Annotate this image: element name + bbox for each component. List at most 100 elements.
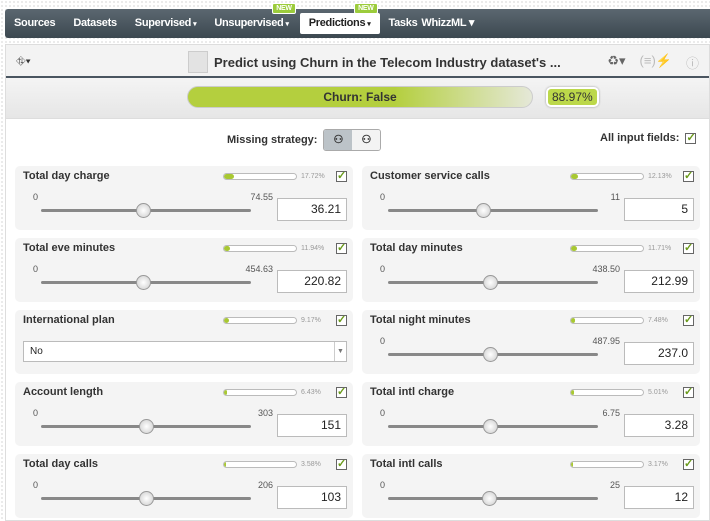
- slider-handle[interactable]: [139, 491, 154, 506]
- field-name: Account length: [23, 386, 104, 398]
- field-checkbox[interactable]: ✓: [336, 459, 347, 470]
- field-value-input[interactable]: 103: [277, 486, 347, 509]
- field-name: Total day charge: [23, 170, 110, 182]
- nav-whizzml[interactable]: WhizzML ▾: [412, 13, 483, 34]
- form-icon: [188, 51, 208, 73]
- field-value-input[interactable]: 237.0: [624, 342, 694, 365]
- importance-bar: [570, 461, 644, 468]
- slider-min: 0: [380, 480, 386, 490]
- importance-pct: 11.94%: [301, 245, 325, 252]
- field-name: Total intl calls: [370, 458, 443, 470]
- title-text: Predict using Churn in the Telecom Indus…: [214, 54, 561, 70]
- slider-max: 487.95: [592, 336, 620, 346]
- nav-sources[interactable]: Sources: [5, 13, 64, 34]
- all-input-fields: All input fields: ✓: [600, 132, 697, 144]
- slider-track[interactable]: [41, 491, 251, 506]
- field-checkbox[interactable]: ✓: [336, 243, 347, 254]
- field-checkbox[interactable]: ✓: [336, 387, 347, 398]
- slider-track[interactable]: [388, 491, 598, 506]
- field-value-input[interactable]: 3.28: [624, 414, 694, 437]
- slider-min: 0: [380, 192, 386, 202]
- field-name: Total eve minutes: [23, 242, 116, 254]
- all-fields-checkbox[interactable]: ✓: [685, 132, 697, 144]
- field-card: Total day charge 17.72% ✓ 0 74.55 36.21: [15, 166, 353, 230]
- importance-bar: [570, 173, 644, 180]
- nav-label: Predictions: [308, 17, 366, 29]
- slider-handle[interactable]: [136, 203, 151, 218]
- importance-bar: [570, 389, 644, 396]
- field-value-input[interactable]: 5: [624, 198, 694, 221]
- importance-bar: [570, 317, 644, 324]
- slider-track[interactable]: [41, 203, 251, 218]
- slider-handle[interactable]: [483, 275, 498, 290]
- field-card: Total day calls 3.58% ✓ 0 206 103: [15, 454, 353, 518]
- slider-min: 0: [33, 408, 39, 418]
- info-icon[interactable]: ⓘ: [686, 53, 699, 72]
- nav-supervised[interactable]: Supervised ▾: [126, 13, 206, 34]
- slider-track[interactable]: [388, 275, 598, 290]
- slider-handle[interactable]: [481, 491, 497, 506]
- field-value-input[interactable]: 151: [277, 414, 347, 437]
- prediction-result: Churn: False 88.97%: [6, 78, 709, 119]
- slider-track[interactable]: [388, 203, 598, 218]
- nav-unsupervised[interactable]: Unsupervised ▾ NEW: [205, 3, 297, 34]
- slider-handle[interactable]: [476, 203, 492, 218]
- field-checkbox[interactable]: ✓: [683, 387, 694, 398]
- slider-handle[interactable]: [138, 419, 154, 434]
- field-checkbox[interactable]: ✓: [683, 243, 694, 254]
- slider-track[interactable]: [388, 347, 598, 362]
- importance-pct: 3.17%: [648, 461, 668, 468]
- field-checkbox[interactable]: ✓: [683, 315, 694, 326]
- new-badge: NEW: [354, 3, 378, 14]
- field-value-input[interactable]: 220.82: [277, 270, 347, 293]
- confidence-badge: 88.97%: [546, 87, 599, 107]
- slider-min: 0: [380, 408, 386, 418]
- field-value-input[interactable]: 212.99: [624, 270, 694, 293]
- slider-min: 0: [33, 192, 39, 202]
- field-select[interactable]: No ▼: [23, 341, 347, 362]
- importance-pct: 7.48%: [648, 317, 668, 324]
- field-checkbox[interactable]: ✓: [683, 459, 694, 470]
- proportional-strategy-button[interactable]: ⚇: [352, 130, 381, 150]
- importance-bar: [223, 317, 297, 324]
- slider-max: 438.50: [592, 264, 620, 274]
- dropdown-arrow-icon: ▼: [334, 342, 346, 361]
- nav-label: Sources: [14, 17, 56, 29]
- field-card: Account length 6.43% ✓ 0 303 151: [15, 382, 353, 446]
- top-nav: Sources Datasets Supervised ▾ Unsupervised ▾ N…: [5, 3, 710, 38]
- nav-label: Datasets: [73, 17, 117, 29]
- importance-pct: 11.71%: [648, 245, 672, 252]
- importance-bar: [570, 245, 644, 252]
- field-value-input[interactable]: 36.21: [277, 198, 347, 221]
- select-value: No: [30, 346, 43, 357]
- slider-handle[interactable]: [482, 347, 498, 362]
- field-checkbox[interactable]: ✓: [336, 315, 347, 326]
- slider-min: 0: [33, 480, 39, 490]
- slider-track[interactable]: [388, 419, 598, 434]
- slider-handle[interactable]: [483, 419, 499, 434]
- field-checkbox[interactable]: ✓: [683, 171, 694, 182]
- slider-max: 303: [257, 408, 273, 418]
- page-title: Predict using Churn in the Telecom Indus…: [188, 51, 561, 73]
- caret-icon: ▾: [25, 54, 31, 68]
- slider-track[interactable]: [41, 275, 251, 290]
- new-badge: NEW: [272, 3, 296, 14]
- slider-handle[interactable]: [135, 275, 151, 290]
- formula-icon[interactable]: (≡)⚡: [640, 53, 672, 72]
- last-prediction-strategy-button[interactable]: ⚇: [324, 130, 353, 150]
- nav-predictions[interactable]: Predictions ▾ NEW: [299, 3, 380, 34]
- refresh-prediction-icon[interactable]: ♻▾: [607, 53, 625, 72]
- caret-icon: ▾: [193, 21, 197, 28]
- nav-datasets[interactable]: Datasets: [64, 13, 125, 34]
- field-name: Customer service calls: [370, 170, 490, 182]
- missing-strategy-label: Missing strategy:: [227, 134, 318, 146]
- slider-track[interactable]: [41, 419, 251, 434]
- field-name: Total day calls: [23, 458, 98, 470]
- missing-strategy: Missing strategy: ⚇ ⚇: [227, 129, 382, 151]
- model-tree-menu[interactable]: ⛗▾: [16, 54, 31, 69]
- nav-label: Supervised: [134, 17, 192, 29]
- importance-bar: [223, 461, 297, 468]
- field-checkbox[interactable]: ✓: [336, 171, 347, 182]
- field-value-input[interactable]: 12: [624, 486, 694, 509]
- prediction-panel: ⛗▾ Predict using Churn in the Telecom In…: [5, 44, 710, 521]
